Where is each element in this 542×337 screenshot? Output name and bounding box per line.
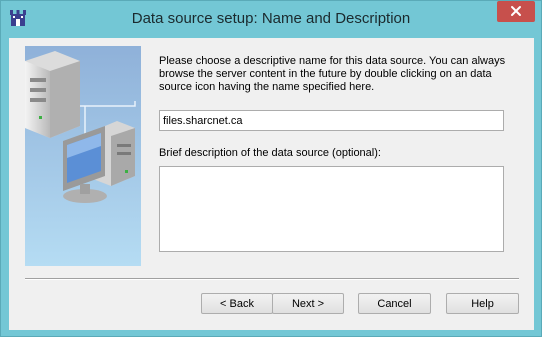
help-button[interactable]: Help (446, 293, 519, 314)
cancel-button[interactable]: Cancel (358, 293, 431, 314)
next-button[interactable]: Next > (272, 293, 344, 314)
window-title: Data source setup: Name and Description (131, 10, 411, 27)
dialog-client-area: Please choose a descriptive name for thi… (9, 38, 534, 330)
server-network-illustration (25, 46, 141, 266)
prompt-text: Please choose a descriptive name for thi… (159, 55, 506, 93)
back-button[interactable]: < Back (201, 293, 273, 314)
close-button[interactable] (497, 0, 535, 25)
description-label: Brief description of the data source (op… (159, 147, 381, 159)
separator (25, 278, 519, 280)
title-bar[interactable]: Data source setup: Name and Description (1, 0, 541, 38)
description-textarea[interactable] (159, 166, 504, 252)
close-icon (497, 0, 535, 25)
data-source-name-input[interactable] (159, 110, 504, 131)
setup-dialog-window: Data source setup: Name and Description (0, 0, 542, 337)
